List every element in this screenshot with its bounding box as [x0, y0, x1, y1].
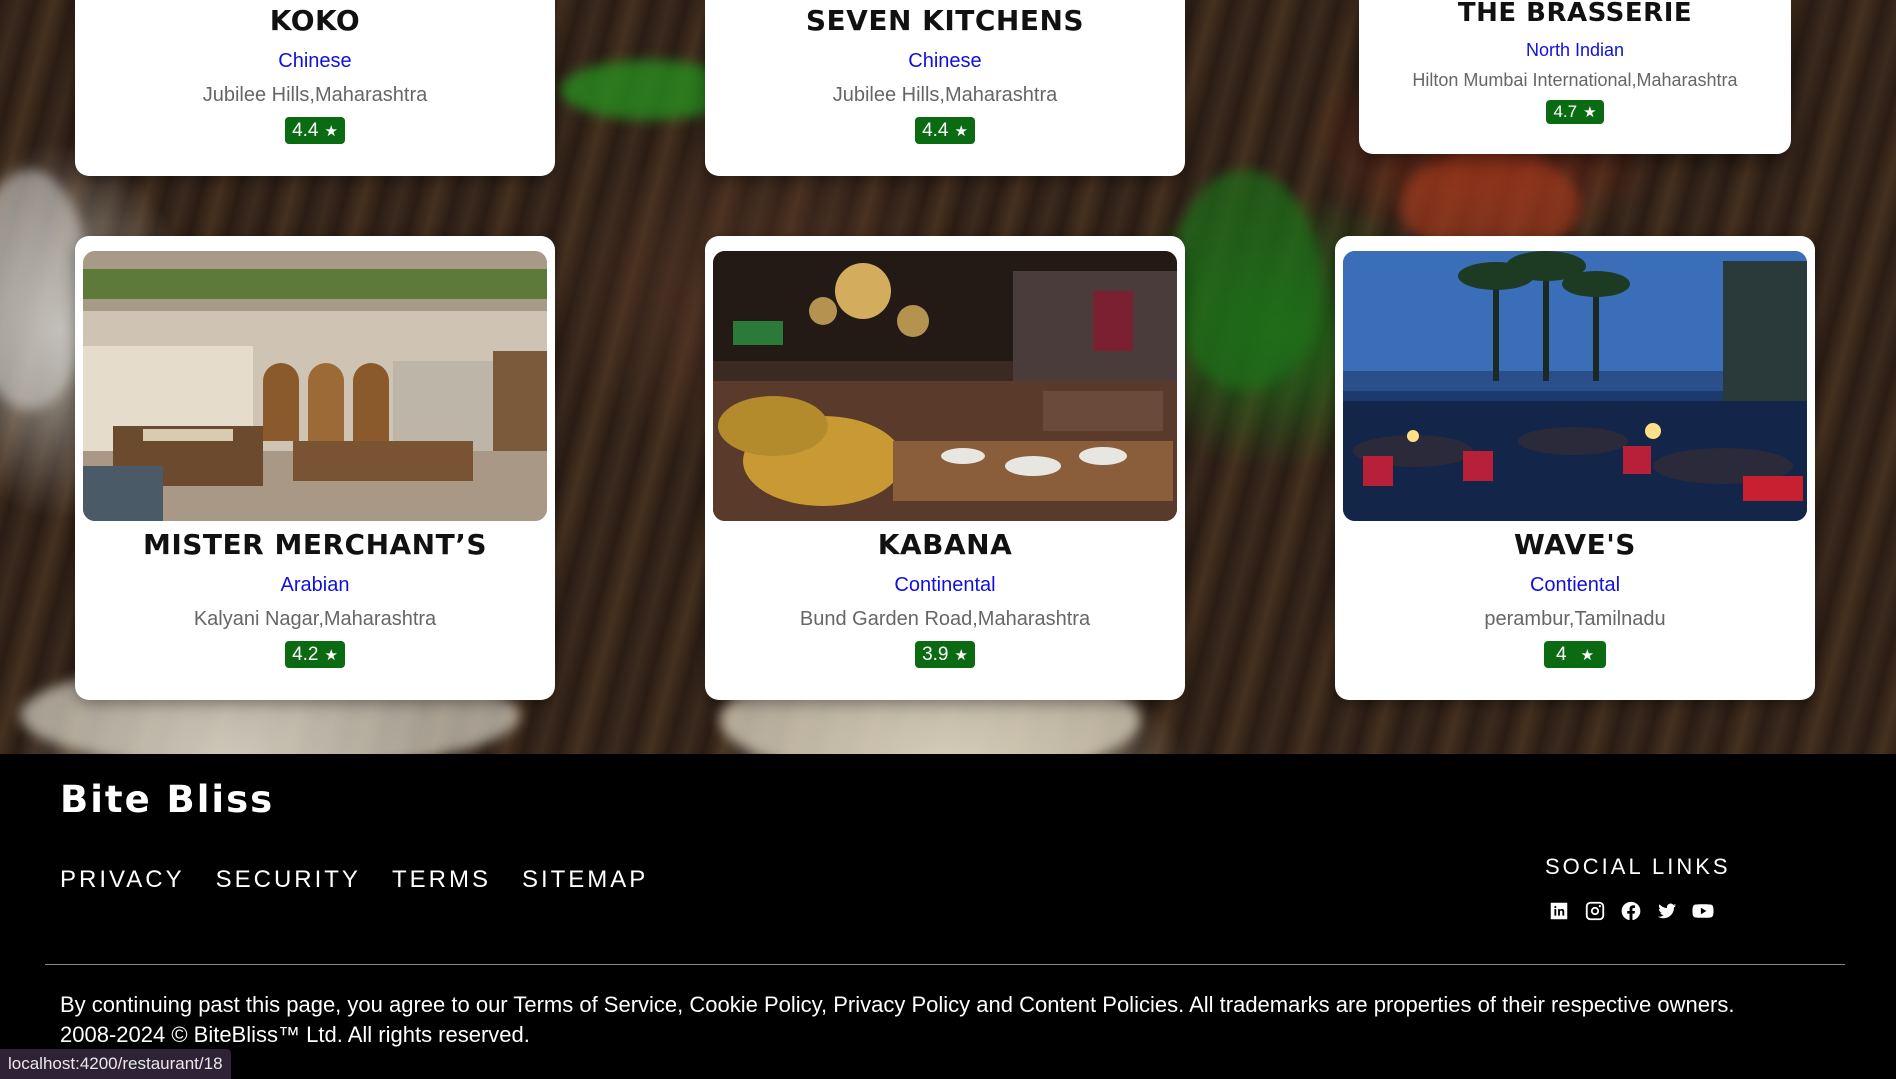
footer-legal-text: By continuing past this page, you agree … — [60, 990, 1860, 1050]
restaurant-location: Hilton Mumbai International,Maharashtra — [1412, 70, 1738, 90]
browser-status-url: localhost:4200/restaurant/18 — [0, 1049, 231, 1079]
star-icon: ★ — [954, 646, 968, 664]
restaurant-card-seven-kitchens[interactable]: SEVEN KITCHENS Chinese Jubilee Hills,Mah… — [705, 0, 1185, 176]
restaurant-location: Jubilee Hills,Maharashtra — [202, 84, 428, 106]
restaurant-cuisine: North Indian — [1525, 40, 1625, 60]
rating-value: 4.2 — [292, 643, 319, 665]
star-icon: ★ — [1580, 646, 1595, 664]
restaurant-card-mister-merchants[interactable]: MISTER MERCHANT’S Arabian Kalyani Nagar,… — [75, 236, 555, 700]
restaurant-name: MISTER MERCHANT’S — [142, 528, 488, 561]
restaurant-location: Jubilee Hills,Maharashtra — [832, 84, 1058, 106]
star-icon: ★ — [324, 646, 338, 664]
restaurant-card-waves[interactable]: WAVE'S Contiental perambur,Tamilnadu 4 ★ — [1335, 236, 1815, 700]
star-icon: ★ — [954, 122, 968, 140]
social-links-heading: SOCIAL LINKS — [1545, 854, 1731, 879]
rating-value: 4.4 — [292, 119, 319, 141]
twitter-icon[interactable] — [1656, 900, 1678, 922]
footer-link-sitemap[interactable]: SITEMAP — [522, 866, 648, 894]
instagram-icon[interactable] — [1584, 900, 1606, 922]
restaurant-cuisine: Chinese — [908, 50, 982, 72]
restaurant-location: Kalyani Nagar,Maharashtra — [193, 608, 437, 630]
rating-badge: 4.2 ★ — [285, 641, 345, 668]
footer-divider — [45, 964, 1845, 965]
rating-badge: 4 ★ — [1543, 641, 1607, 668]
star-icon: ★ — [1583, 104, 1597, 121]
social-links — [1548, 900, 1714, 922]
legal-line-1: By continuing past this page, you agree … — [60, 992, 1735, 1017]
restaurant-name: THE BRASSERIE — [1457, 0, 1693, 28]
footer-links: PRIVACY SECURITY TERMS SITEMAP — [60, 866, 648, 894]
rating-value: 4 — [1555, 643, 1567, 665]
restaurant-name: SEVEN KITCHENS — [805, 4, 1085, 37]
rating-badge: 4.4 ★ — [915, 117, 975, 144]
rating-value: 4.4 — [922, 119, 949, 141]
rating-value: 3.9 — [922, 643, 949, 665]
restaurant-card-the-brasserie[interactable]: THE BRASSERIE North Indian Hilton Mumbai… — [1359, 0, 1791, 154]
restaurant-name: KABANA — [877, 528, 1013, 561]
restaurant-location: Bund Garden Road,Maharashtra — [799, 608, 1091, 630]
footer-link-terms[interactable]: TERMS — [392, 866, 491, 894]
restaurant-card-kabana[interactable]: KABANA Continental Bund Garden Road,Maha… — [705, 236, 1185, 700]
restaurant-photo — [83, 251, 547, 521]
restaurant-cuisine: Continental — [894, 574, 996, 596]
restaurant-location: perambur,Tamilnadu — [1484, 608, 1666, 630]
rating-badge: 4.7 ★ — [1546, 100, 1604, 124]
rating-badge: 3.9 ★ — [915, 641, 975, 668]
restaurant-photo — [713, 251, 1177, 521]
youtube-icon[interactable] — [1692, 900, 1714, 922]
restaurant-name: KOKO — [269, 4, 361, 37]
footer-brand-logo[interactable]: Bite Bliss — [60, 778, 274, 821]
legal-line-2: 2008-2024 © BiteBliss™ Ltd. All rights r… — [60, 1022, 530, 1047]
star-icon: ★ — [324, 122, 338, 140]
restaurant-photo — [1343, 251, 1807, 521]
footer-link-security[interactable]: SECURITY — [216, 866, 361, 894]
restaurant-card-koko[interactable]: KOKO Chinese Jubilee Hills,Maharashtra 4… — [75, 0, 555, 176]
restaurant-name: WAVE'S — [1514, 528, 1636, 561]
rating-value: 4.7 — [1553, 102, 1578, 121]
rating-badge: 4.4 ★ — [285, 117, 345, 144]
restaurant-cuisine: Arabian — [280, 574, 350, 596]
footer-link-privacy[interactable]: PRIVACY — [60, 866, 185, 894]
restaurant-cuisine: Contiental — [1529, 574, 1621, 596]
restaurant-cuisine: Chinese — [278, 50, 352, 72]
facebook-icon[interactable] — [1620, 900, 1642, 922]
site-footer: Bite Bliss PRIVACY SECURITY TERMS SITEMA… — [0, 754, 1896, 1079]
linkedin-icon[interactable] — [1548, 900, 1570, 922]
